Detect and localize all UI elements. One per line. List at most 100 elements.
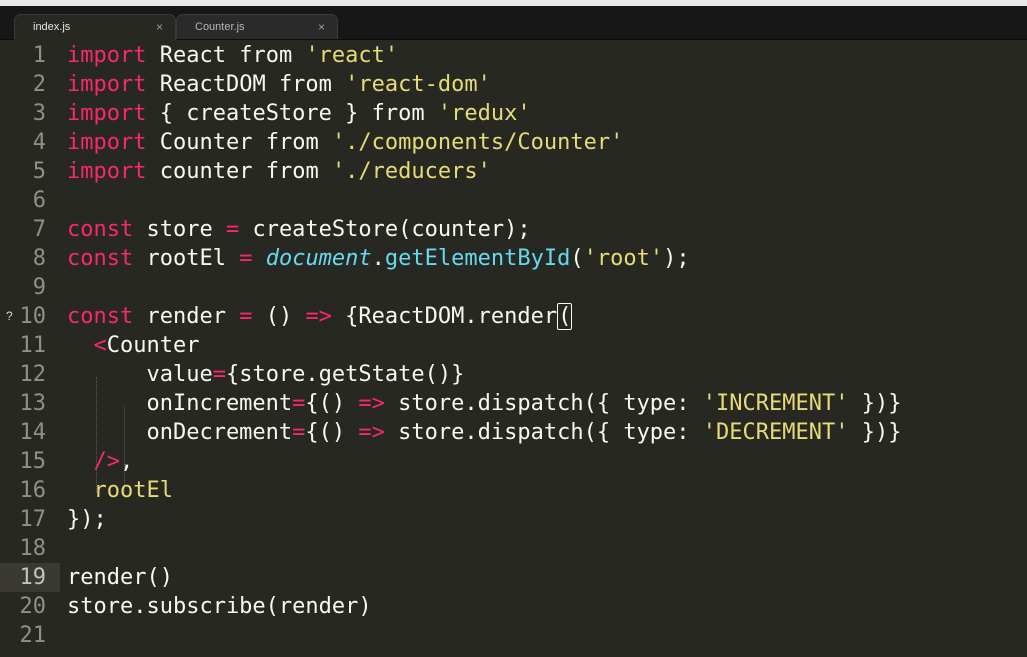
code-token-kw: =: [239, 246, 253, 271]
line-number: 16: [19, 478, 47, 503]
code-line[interactable]: 6: [0, 186, 1027, 215]
code-token: render: [133, 304, 240, 329]
line-number: 6: [32, 188, 46, 213]
code-token: {store.getState()}: [225, 362, 465, 387]
code-token: Counter: [106, 333, 200, 358]
line-number: 11: [19, 333, 47, 358]
code-token-kw: import: [67, 101, 147, 126]
code-line[interactable]: 5 import counter from './reducers': [0, 157, 1027, 186]
code-text: const rootEl = document.getElementById('…: [67, 244, 690, 273]
code-token: from: [371, 101, 438, 126]
code-token-kw: =: [292, 391, 306, 416]
code-line[interactable]: 7 const store = createStore(counter);: [0, 215, 1027, 244]
code-token: from: [278, 72, 346, 97]
code-token-kw: const: [67, 217, 134, 242]
code-line[interactable]: 9: [0, 273, 1027, 302]
code-text: import Counter from './components/Counte…: [67, 128, 623, 157]
code-token: (): [252, 304, 306, 329]
code-token: );: [663, 246, 690, 271]
code-text: import counter from './reducers': [67, 157, 491, 186]
code-token: store.dispatch({ type:: [384, 391, 703, 416]
code-token-str: 'react-dom': [345, 72, 491, 97]
code-token-kw: import: [67, 43, 147, 68]
tab-bar: index.js × Counter.js ×: [0, 6, 1027, 40]
code-token-kw: =>: [358, 391, 385, 416]
code-token: {(): [305, 391, 359, 416]
code-line[interactable]: 1 import React from 'react': [0, 41, 1027, 70]
code-line[interactable]: 8 const rootEl = document.getElementById(…: [0, 244, 1027, 273]
code-token: ReactDOM: [146, 72, 279, 97]
line-number: 21: [19, 623, 47, 648]
code-token-str: 'DECREMENT': [702, 420, 849, 445]
code-token-call: getElementById: [384, 246, 571, 271]
code-text: store.subscribe(render): [67, 592, 372, 621]
code-token-str: './reducers': [331, 159, 491, 184]
line-number: 19: [19, 565, 47, 590]
line-number: 5: [32, 159, 46, 184]
code-line[interactable]: 13 onIncrement={() => store.dispatch({ t…: [0, 389, 1027, 418]
line-number: 7: [32, 217, 46, 242]
code-token: });: [67, 507, 107, 532]
close-icon[interactable]: ×: [318, 20, 325, 34]
code-token-tag: />: [93, 449, 121, 474]
code-line[interactable]: 4 import Counter from './components/Count…: [0, 128, 1027, 157]
code-editor[interactable]: 1 import React from 'react' 2 import ReactD…: [0, 40, 1027, 657]
code-token: store.dispatch({ type:: [384, 420, 703, 445]
code-line[interactable]: 12 value={store.getState()}: [0, 360, 1027, 389]
code-token-kw: =: [239, 304, 253, 329]
code-token-kw: =>: [358, 420, 385, 445]
code-token: counter: [146, 159, 266, 184]
line-number: 8: [32, 246, 46, 271]
code-token-tag: <: [93, 333, 107, 358]
close-icon[interactable]: ×: [156, 20, 163, 34]
code-line[interactable]: 11 <Counter: [0, 331, 1027, 360]
code-line[interactable]: 21: [0, 621, 1027, 650]
code-token: Counter: [146, 130, 266, 155]
code-text: />,: [67, 447, 134, 476]
line-number: 13: [19, 391, 47, 416]
line-number: 15: [19, 449, 47, 474]
code-line[interactable]: 18: [0, 534, 1027, 563]
line-number: 9: [32, 275, 46, 300]
code-line[interactable]: ? 10 const render = () => {ReactDOM.render…: [0, 302, 1027, 331]
line-number: 17: [19, 507, 47, 532]
line-number: 14: [19, 420, 47, 445]
code-token: ,: [120, 449, 134, 474]
code-line[interactable]: 3 import { createStore } from 'redux': [0, 99, 1027, 128]
code-line[interactable]: 16 rootEl: [0, 476, 1027, 505]
code-line[interactable]: 17});: [0, 505, 1027, 534]
code-text: onDecrement={() => store.dispatch({ type…: [67, 418, 901, 447]
code-token-str: 'INCREMENT': [702, 391, 849, 416]
code-text: onIncrement={() => store.dispatch({ type…: [67, 389, 901, 418]
code-token-bracket: (: [557, 303, 573, 330]
line-number: 3: [32, 101, 46, 126]
code-token: React: [146, 43, 240, 68]
code-token-kw: =: [212, 362, 226, 387]
line-number: 4: [32, 130, 46, 155]
code-token: value: [67, 362, 213, 387]
code-text: const render = () => {ReactDOM.render(: [67, 302, 573, 331]
code-token: (: [570, 246, 584, 271]
code-line[interactable]: 20 store.subscribe(render): [0, 592, 1027, 621]
code-token: createStore(counter);: [239, 217, 531, 242]
tab-index-js[interactable]: index.js ×: [14, 14, 176, 40]
code-token-kw: import: [67, 130, 147, 155]
code-line[interactable]: 14 onDecrement={() => store.dispatch({ t…: [0, 418, 1027, 447]
code-token: { createStore }: [146, 101, 372, 126]
code-line[interactable]: 2 import ReactDOM from 'react-dom': [0, 70, 1027, 99]
tab-label: index.js: [33, 21, 71, 33]
code-token: store.subscribe(render): [67, 594, 372, 619]
code-line[interactable]: 19 render(): [0, 563, 1027, 592]
code-token-kw: import: [67, 159, 147, 184]
code-token-kw: =: [292, 420, 306, 445]
line-number: 12: [19, 362, 47, 387]
code-text: render(): [67, 563, 173, 592]
tab-counter-js[interactable]: Counter.js ×: [176, 14, 338, 39]
line-number: 1: [32, 43, 46, 68]
code-line[interactable]: 15 />,: [0, 447, 1027, 476]
code-token: onDecrement: [67, 420, 293, 445]
